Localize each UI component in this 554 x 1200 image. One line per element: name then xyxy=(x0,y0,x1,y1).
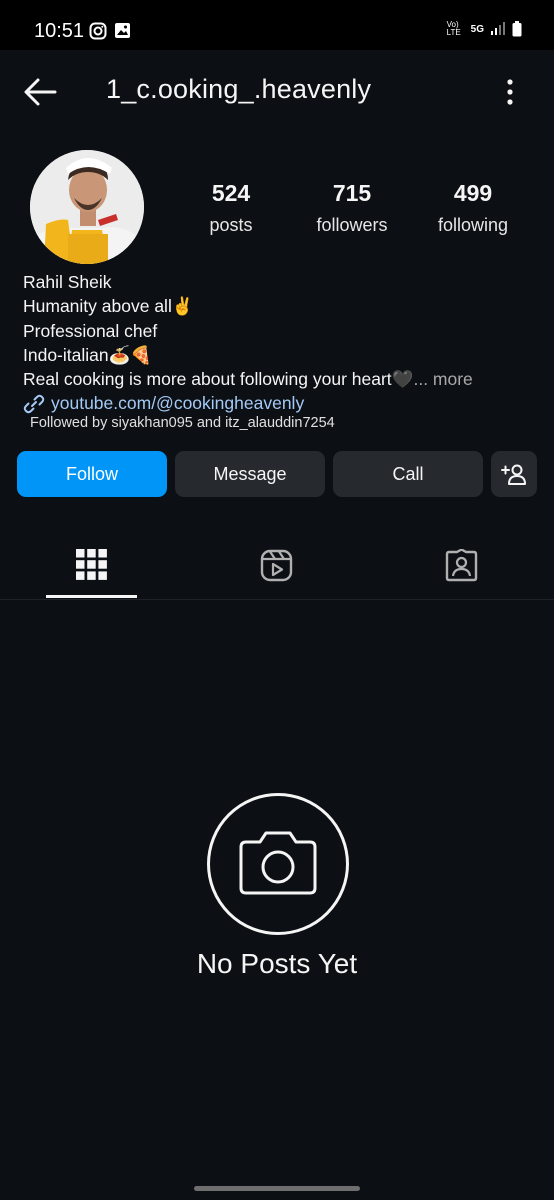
followers-count[interactable]: 715 followers xyxy=(292,180,412,236)
system-indicators: Vo) LTE 5G xyxy=(447,21,522,37)
home-indicator[interactable] xyxy=(194,1186,360,1191)
profile-avatar[interactable] xyxy=(30,150,144,264)
status-time: 10:51 xyxy=(34,20,85,42)
empty-state-camera xyxy=(207,793,349,935)
signal-icon xyxy=(491,22,505,35)
battery-icon xyxy=(512,21,522,37)
bio-more-link[interactable]: ... more xyxy=(413,369,472,389)
bio-line-text: Real cooking is more about following you… xyxy=(23,369,414,390)
message-button[interactable]: Message xyxy=(175,451,325,497)
bio-line: Professional chef xyxy=(23,320,158,341)
followed-by-text[interactable]: Followed by siyakhan095 and itz_alauddin… xyxy=(30,415,335,431)
following-count-label: following xyxy=(437,215,509,235)
profile-header: 1_c.ooking_.heavenly xyxy=(0,50,554,134)
active-tab-indicator xyxy=(46,595,137,598)
status-bar: 10:51 Vo) LTE 5G xyxy=(0,0,554,50)
follow-button[interactable]: Follow xyxy=(17,451,167,497)
volte-indicator: Vo) LTE xyxy=(446,20,461,37)
profile-bio: Rahil Sheik Humanity above all✌️ Profess… xyxy=(23,270,473,416)
profile-username: 1_c.ooking_.heavenly xyxy=(106,74,372,104)
posts-count-value: 524 xyxy=(211,180,251,206)
posts-count[interactable]: 524 posts xyxy=(171,180,291,236)
network-type: 5G xyxy=(470,23,484,35)
following-count-value: 499 xyxy=(453,180,493,206)
suggested-users-button[interactable] xyxy=(491,451,537,497)
bio-line: Real cooking is more about following you… xyxy=(23,367,473,391)
add-person-icon xyxy=(501,464,526,485)
bio-website-link[interactable]: youtube.com/@cookingheavenly xyxy=(23,391,473,415)
bio-line: Indo-italian🍝🍕 xyxy=(23,344,153,365)
gallery-notification-icon xyxy=(115,23,130,38)
camera-icon xyxy=(239,831,317,895)
grid-icon[interactable] xyxy=(76,549,107,580)
profile-tabs xyxy=(0,535,554,600)
profile-name: Rahil Sheik xyxy=(23,272,112,292)
link-icon xyxy=(23,394,45,413)
instagram-notification-icon xyxy=(89,22,107,40)
avatar-photo xyxy=(30,150,144,264)
followers-count-label: followers xyxy=(316,215,388,235)
more-options-icon[interactable] xyxy=(506,78,514,106)
tagged-icon[interactable] xyxy=(445,549,478,582)
reels-icon[interactable] xyxy=(260,549,293,582)
back-arrow-icon[interactable] xyxy=(22,76,58,108)
bio-line: Humanity above all✌️ xyxy=(23,296,194,317)
call-button[interactable]: Call xyxy=(333,451,483,497)
empty-state-title: No Posts Yet xyxy=(196,948,358,979)
posts-count-label: posts xyxy=(209,215,253,235)
followers-count-value: 715 xyxy=(332,180,372,206)
following-count[interactable]: 499 following xyxy=(413,180,533,236)
website-url: youtube.com/@cookingheavenly xyxy=(51,393,305,414)
